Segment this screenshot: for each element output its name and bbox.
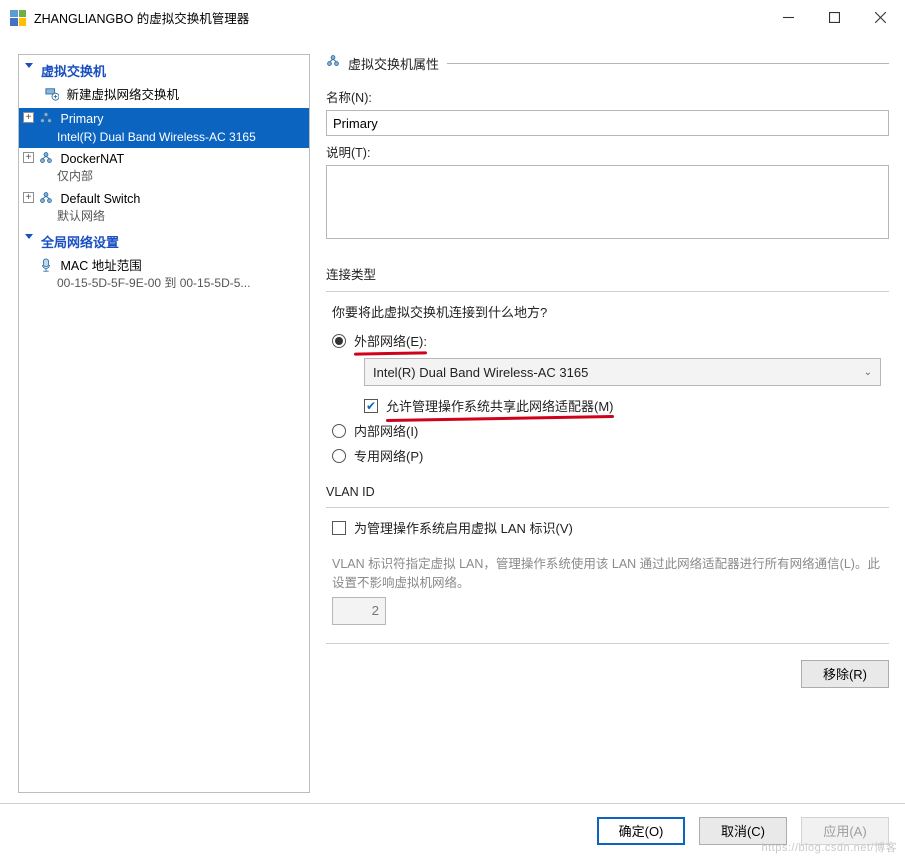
group-title: 连接类型 (326, 264, 889, 283)
checkbox-share-adapter[interactable]: 允许管理操作系统共享此网络适配器(M) (364, 396, 889, 415)
app-icon (10, 10, 26, 26)
divider (447, 63, 889, 64)
watermark: https://blog.csdn.net/博客 (761, 839, 897, 855)
tree-item-label: MAC 地址范围 (60, 259, 141, 273)
tree-item-mac-range[interactable]: MAC 地址范围 00-15-5D-5F-9E-00 到 00-15-5D-5.… (19, 255, 309, 295)
radio-icon (332, 334, 346, 348)
divider (326, 507, 889, 508)
radio-internal[interactable]: 内部网络(I) (332, 421, 889, 440)
ok-button[interactable]: 确定(O) (597, 817, 685, 845)
divider (326, 291, 889, 292)
network-icon (326, 54, 340, 73)
tree-section-global[interactable]: 全局网络设置 (19, 228, 309, 255)
tree-item-label: Default Switch (60, 192, 140, 206)
name-input[interactable] (326, 110, 889, 136)
titlebar: ZHANGLIANGBO 的虚拟交换机管理器 (0, 0, 905, 36)
tree-item-default-switch[interactable]: + Default Switch 默认网络 (19, 188, 309, 228)
radio-label: 外部网络(E): (354, 331, 427, 350)
description-label: 说明(T): (326, 142, 889, 161)
network-icon (39, 111, 53, 129)
button-label: 应用(A) (823, 821, 866, 840)
description-textarea[interactable] (326, 165, 889, 239)
vlan-group: VLAN ID 为管理操作系统启用虚拟 LAN 标识(V) VLAN 标识符指定… (326, 485, 889, 625)
tree-section-switches[interactable]: 虚拟交换机 (19, 57, 309, 84)
checkbox-icon (332, 521, 346, 535)
maximize-button[interactable] (811, 0, 857, 35)
minimize-button[interactable] (765, 0, 811, 35)
button-label: 移除(R) (823, 664, 867, 683)
group-title: VLAN ID (326, 485, 889, 499)
network-icon (39, 191, 53, 209)
radio-icon (332, 424, 346, 438)
tree-item-label: DockerNAT (60, 152, 124, 166)
combobox-value: Intel(R) Dual Band Wireless-AC 3165 (373, 365, 588, 380)
checkbox-icon (364, 399, 378, 413)
properties-pane: 虚拟交换机属性 名称(N): 说明(T): 连接类型 你要将此虚拟交换机连接到什… (326, 54, 895, 793)
tree-item-label: Primary (60, 112, 103, 126)
tree-item-detail: 仅内部 (39, 169, 305, 185)
tree-item-detail: 00-15-5D-5F-9E-00 到 00-15-5D-5... (57, 276, 305, 292)
properties-header: 虚拟交换机属性 (326, 54, 889, 73)
vlan-description: VLAN 标识符指定虚拟 LAN，管理操作系统使用该 LAN 通过此网络适配器进… (326, 555, 889, 593)
checkbox-label: 允许管理操作系统共享此网络适配器(M) (386, 396, 614, 415)
window-controls (765, 0, 903, 35)
checkbox-enable-vlan[interactable]: 为管理操作系统启用虚拟 LAN 标识(V) (332, 518, 889, 537)
connection-prompt: 你要将此虚拟交换机连接到什么地方? (326, 302, 889, 321)
chevron-down-icon: ⌄ (864, 367, 872, 378)
tree-item-label: 新建虚拟网络交换机 (66, 88, 179, 102)
expand-toggle[interactable]: + (23, 192, 34, 203)
tree-section-label: 全局网络设置 (41, 235, 119, 250)
window-title: ZHANGLIANGBO 的虚拟交换机管理器 (34, 8, 765, 27)
mac-range-icon (39, 258, 53, 276)
tree-item-detail: Intel(R) Dual Band Wireless-AC 3165 (39, 130, 305, 146)
button-label: 取消(C) (721, 821, 765, 840)
name-label: 名称(N): (326, 87, 889, 106)
tree-item-new-switch[interactable]: 新建虚拟网络交换机 (19, 84, 309, 108)
tree-item-primary[interactable]: + Primary Intel(R) Dual Band Wireless-AC… (19, 108, 309, 148)
radio-private[interactable]: 专用网络(P) (332, 446, 889, 465)
tree-item-dockernat[interactable]: + DockerNAT 仅内部 (19, 148, 309, 188)
radio-external[interactable]: 外部网络(E): (332, 331, 889, 350)
network-icon (39, 151, 53, 169)
button-label: 确定(O) (619, 821, 664, 840)
tree-section-label: 虚拟交换机 (41, 64, 106, 79)
divider (326, 643, 889, 644)
radio-label: 内部网络(I) (354, 421, 418, 440)
tree-item-detail: 默认网络 (39, 209, 305, 225)
radio-label: 专用网络(P) (354, 446, 423, 465)
radio-icon (332, 449, 346, 463)
caret-down-icon (25, 234, 33, 239)
switch-tree[interactable]: 虚拟交换机 新建虚拟网络交换机 + Primary Intel(R) Dual … (18, 54, 310, 793)
adapter-combobox[interactable]: Intel(R) Dual Band Wireless-AC 3165 ⌄ (364, 358, 881, 386)
checkbox-label: 为管理操作系统启用虚拟 LAN 标识(V) (354, 518, 573, 537)
close-button[interactable] (857, 0, 903, 35)
caret-down-icon (25, 63, 33, 68)
properties-title: 虚拟交换机属性 (348, 54, 439, 73)
server-add-icon (45, 87, 59, 105)
connection-type-group: 连接类型 你要将此虚拟交换机连接到什么地方? 外部网络(E): Intel(R)… (326, 264, 889, 465)
expand-toggle[interactable]: + (23, 112, 34, 123)
vlan-id-input (332, 597, 386, 625)
remove-button[interactable]: 移除(R) (801, 660, 889, 688)
dialog-footer: 确定(O) 取消(C) 应用(A) https://blog.csdn.net/… (0, 803, 905, 857)
expand-toggle[interactable]: + (23, 152, 34, 163)
